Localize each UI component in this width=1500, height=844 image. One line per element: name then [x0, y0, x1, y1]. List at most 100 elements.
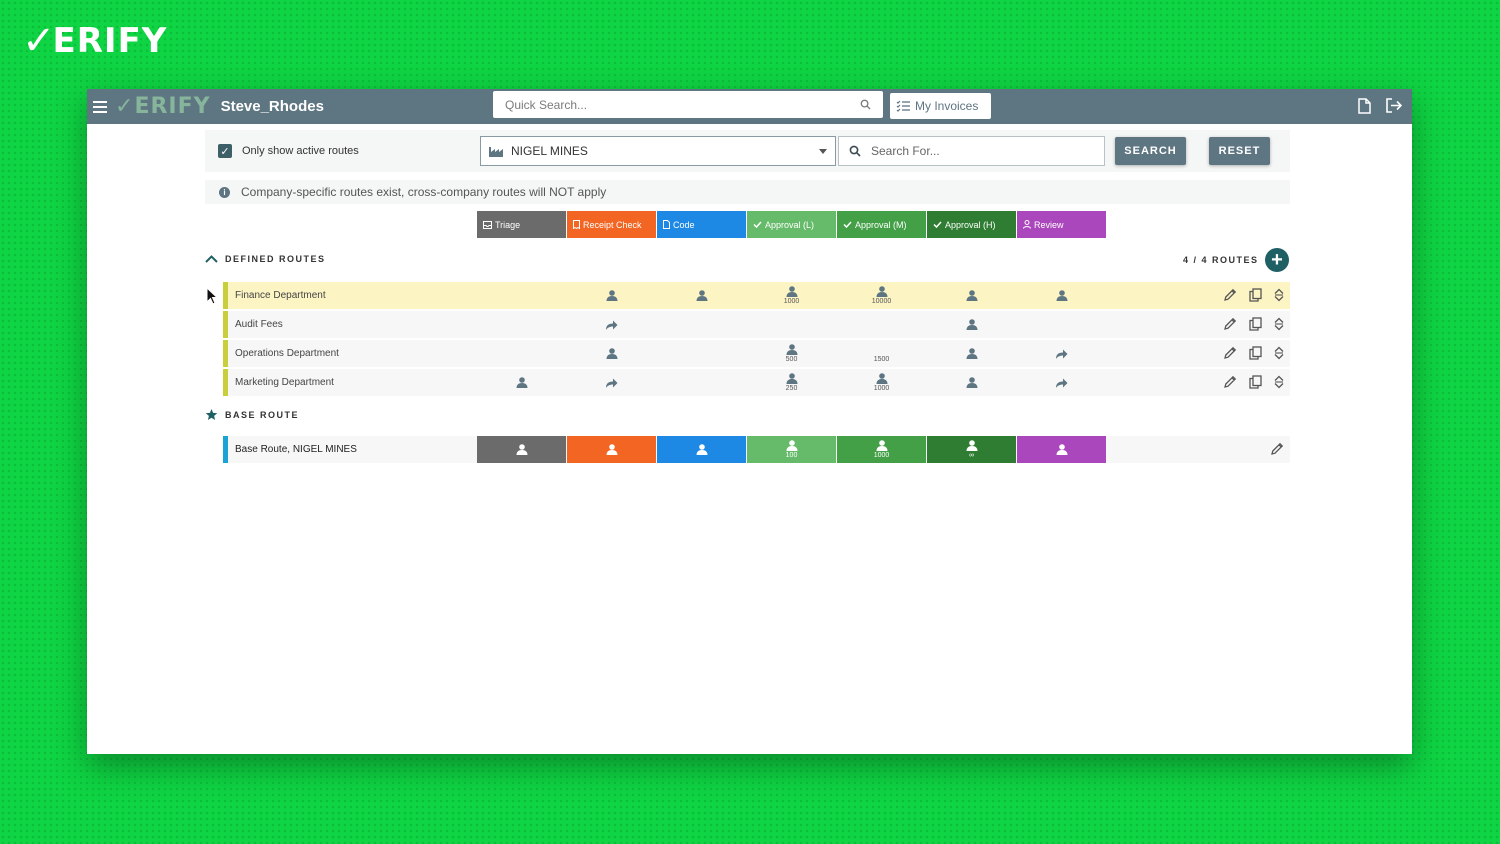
- receipt-icon: [573, 220, 580, 229]
- check-icon: [753, 221, 762, 228]
- route-row[interactable]: Operations Department 500 1500: [223, 340, 1290, 367]
- route-stage-cell[interactable]: [657, 282, 746, 309]
- edit-icon[interactable]: [1223, 375, 1237, 389]
- route-stage-cell[interactable]: [1017, 369, 1106, 396]
- reorder-icon[interactable]: [1274, 375, 1284, 389]
- logout-icon[interactable]: [1385, 98, 1402, 113]
- route-stage-cell[interactable]: [567, 311, 656, 338]
- reorder-icon[interactable]: [1274, 346, 1284, 360]
- search-button[interactable]: SEARCH: [1115, 137, 1186, 165]
- route-name[interactable]: Operations Department: [228, 340, 477, 367]
- base-route-header: BASE ROUTE: [205, 409, 299, 421]
- forward-arrow-icon: [606, 320, 618, 330]
- document-icon[interactable]: [1358, 98, 1371, 114]
- copy-icon[interactable]: [1249, 346, 1262, 360]
- route-stage-cell[interactable]: [567, 436, 656, 463]
- route-actions: [1223, 317, 1284, 331]
- stage-receipt-check: Receipt Check: [567, 211, 656, 238]
- filter-bar: ✓ Only show active routes NIGEL MINES Se…: [205, 130, 1290, 172]
- route-stage-cell[interactable]: 500: [747, 340, 836, 367]
- user-icon: [966, 377, 977, 388]
- caret-down-icon: [819, 148, 827, 154]
- stage-label: Code: [673, 219, 695, 230]
- route-name[interactable]: Marketing Department: [228, 369, 477, 396]
- route-stage-cell[interactable]: [657, 340, 746, 367]
- quick-search-input[interactable]: Quick Search...: [493, 91, 883, 118]
- route-stage-cell[interactable]: 250: [747, 369, 836, 396]
- route-stage-cell[interactable]: [747, 311, 836, 338]
- app-logo[interactable]: ✓ERIFY: [115, 94, 211, 119]
- route-stage-cell[interactable]: [477, 340, 566, 367]
- search-icon: [849, 145, 861, 157]
- forward-arrow-icon: [1056, 378, 1068, 388]
- stage-label: Approval (M): [855, 219, 907, 230]
- route-name[interactable]: Base Route, NIGEL MINES: [228, 436, 477, 463]
- chevron-up-icon[interactable]: [205, 255, 218, 263]
- route-stage-cell[interactable]: 1500: [837, 340, 926, 367]
- check-logo-icon: ✓: [22, 18, 57, 64]
- user-icon: [1056, 444, 1067, 455]
- top-bar: ✓ERIFY Steve_Rhodes Quick Search... My I…: [87, 89, 1412, 124]
- reorder-icon[interactable]: [1274, 317, 1284, 331]
- add-route-button[interactable]: +: [1265, 248, 1289, 272]
- route-row[interactable]: Audit Fees: [223, 311, 1290, 338]
- route-name[interactable]: Audit Fees: [228, 311, 477, 338]
- route-stage-cell[interactable]: [657, 436, 746, 463]
- route-stage-cell[interactable]: [657, 311, 746, 338]
- username: Steve_Rhodes: [220, 98, 324, 115]
- route-stage-cell[interactable]: [477, 311, 566, 338]
- edit-icon[interactable]: [1223, 288, 1237, 302]
- edit-icon[interactable]: [1223, 317, 1237, 331]
- threshold-value: 1000: [783, 298, 800, 305]
- route-stage-cell[interactable]: [477, 436, 566, 463]
- edit-icon[interactable]: [1223, 346, 1237, 360]
- threshold-value: 1500: [873, 356, 890, 363]
- only-active-checkbox[interactable]: ✓: [218, 144, 232, 158]
- threshold-value: 500: [785, 356, 798, 363]
- user-icon: [696, 290, 707, 301]
- menu-icon[interactable]: [93, 100, 107, 113]
- route-stage-cell[interactable]: 1000: [747, 282, 836, 309]
- route-stage-cell[interactable]: ∞: [927, 436, 1016, 463]
- route-stage-cell[interactable]: 1000: [837, 436, 926, 463]
- route-row[interactable]: Finance Department 1000 10000: [223, 282, 1290, 309]
- route-stage-cell[interactable]: [927, 340, 1016, 367]
- base-route-row[interactable]: Base Route, NIGEL MINES 100 1000 ∞: [223, 436, 1290, 463]
- route-stage-cell[interactable]: [927, 282, 1016, 309]
- defined-routes-header[interactable]: DEFINED ROUTES: [205, 254, 326, 264]
- my-invoices-label: My Invoices: [915, 99, 979, 113]
- edit-icon[interactable]: [1270, 442, 1284, 456]
- route-stage-cell[interactable]: [927, 311, 1016, 338]
- route-stage-cell[interactable]: [567, 340, 656, 367]
- user-icon: [516, 444, 527, 455]
- route-stage-cell[interactable]: [1017, 436, 1106, 463]
- reset-button[interactable]: RESET: [1209, 137, 1270, 165]
- route-stage-cell[interactable]: [657, 369, 746, 396]
- copy-icon[interactable]: [1249, 288, 1262, 302]
- route-row[interactable]: Marketing Department 250 1000: [223, 369, 1290, 396]
- route-stage-cell[interactable]: [837, 311, 926, 338]
- inbox-icon: [483, 220, 492, 229]
- company-select[interactable]: NIGEL MINES: [480, 136, 836, 166]
- route-stage-cell[interactable]: [567, 282, 656, 309]
- route-stage-cell[interactable]: [1017, 340, 1106, 367]
- user-icon: [606, 348, 617, 359]
- route-stage-cell[interactable]: [1017, 282, 1106, 309]
- route-stage-cell[interactable]: [477, 369, 566, 396]
- threshold-value: 100: [785, 452, 798, 459]
- my-invoices-button[interactable]: My Invoices: [890, 93, 991, 119]
- copy-icon[interactable]: [1249, 375, 1262, 389]
- reorder-icon[interactable]: [1274, 288, 1284, 302]
- copy-icon[interactable]: [1249, 317, 1262, 331]
- route-stage-cell[interactable]: 10000: [837, 282, 926, 309]
- search-for-input[interactable]: Search For...: [838, 136, 1105, 166]
- stage-label: Review: [1034, 219, 1064, 230]
- route-stage-cell[interactable]: [1017, 311, 1106, 338]
- route-stage-cell[interactable]: 100: [747, 436, 836, 463]
- stage-approval-l: Approval (L): [747, 211, 836, 238]
- route-stage-cell[interactable]: 1000: [837, 369, 926, 396]
- route-stage-cell[interactable]: [567, 369, 656, 396]
- route-stage-cell[interactable]: [927, 369, 1016, 396]
- route-stage-cell[interactable]: [477, 282, 566, 309]
- route-name[interactable]: Finance Department: [228, 282, 477, 309]
